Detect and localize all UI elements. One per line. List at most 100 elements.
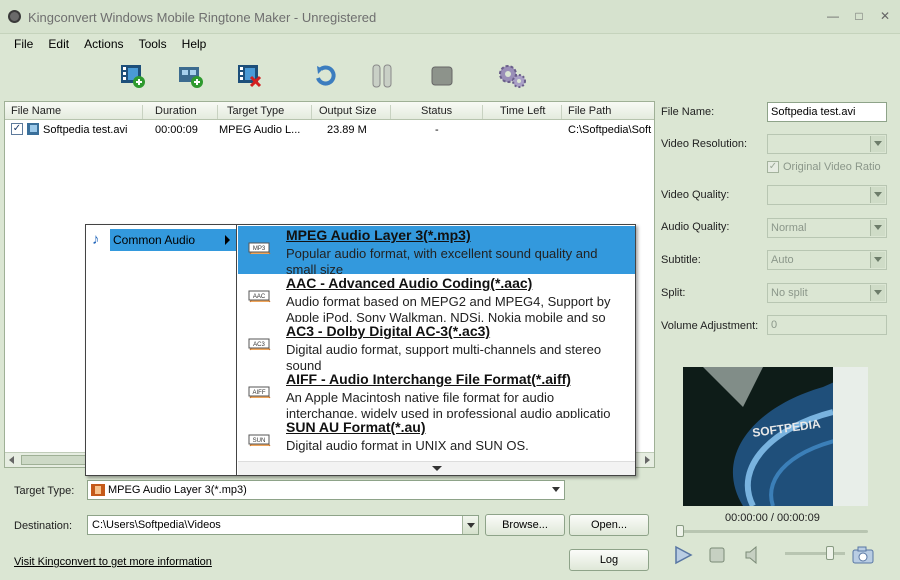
col-time-left[interactable]: Time Left <box>500 105 562 119</box>
subtitle-select: Auto <box>767 250 887 270</box>
col-file-path[interactable]: File Path <box>568 105 652 119</box>
format-desc: Digital audio format, support multi-chan… <box>286 342 602 370</box>
ac3-format-icon: AC3 <box>246 330 274 358</box>
window-title: Kingconvert Windows Mobile Ringtone Make… <box>28 10 377 25</box>
pause-icon[interactable] <box>368 62 396 90</box>
file-name-field[interactable]: Softpedia test.avi <box>767 102 887 122</box>
menu-actions[interactable]: Actions <box>78 34 129 51</box>
mp3-icon-label: MP3 <box>253 246 266 252</box>
menu-bar: File Edit Actions Tools Help <box>0 34 900 54</box>
snapshot-camera-icon[interactable] <box>852 545 874 565</box>
menu-help[interactable]: Help <box>176 34 213 51</box>
scroll-right-icon[interactable] <box>645 456 650 464</box>
destination-label: Destination: <box>14 520 73 532</box>
add-folder-icon[interactable] <box>177 62 205 90</box>
format-item-aac[interactable]: AAC AAC - Advanced Audio Coding(*.aac) A… <box>238 274 635 322</box>
destination-dropdown-icon[interactable] <box>462 516 478 534</box>
browse-button[interactable]: Browse... <box>485 514 565 536</box>
row-checkbox[interactable]: ✓ <box>11 123 23 135</box>
add-video-icon[interactable] <box>119 62 147 90</box>
volume-knob[interactable] <box>826 546 834 560</box>
destination-input[interactable]: C:\Users\Softpedia\Videos <box>87 515 479 535</box>
minimize-icon[interactable]: — <box>826 9 840 23</box>
cell-file-name: Softpedia test.avi <box>43 124 128 136</box>
settings-gear-icon[interactable] <box>497 62 526 90</box>
col-status[interactable]: Status <box>421 105 483 119</box>
scroll-thumb[interactable] <box>21 455 91 465</box>
format-title: SUN AU Format(*.au) <box>286 419 426 435</box>
scroll-left-icon[interactable] <box>9 456 14 464</box>
format-title: MPEG Audio Layer 3(*.mp3) <box>286 227 471 243</box>
open-button[interactable]: Open... <box>569 514 649 536</box>
remove-video-icon[interactable] <box>236 62 264 90</box>
mp3-format-icon: MP3 <box>246 234 274 262</box>
video-preview: SOFTPEDIA <box>683 367 868 506</box>
chevron-down-icon <box>870 285 885 301</box>
cell-target-type: MPEG Audio L... <box>219 124 301 136</box>
split-select: No split <box>767 283 887 303</box>
close-icon[interactable]: ✕ <box>878 9 892 23</box>
chevron-down-icon <box>870 252 885 268</box>
cell-file-path: C:\Softpedia\Soft <box>568 124 652 136</box>
format-title: AIFF - Audio Interchange File Format(*.a… <box>286 371 571 387</box>
speaker-icon[interactable] <box>744 545 760 565</box>
aiff-icon-label: AIFF <box>253 390 266 396</box>
video-quality-label: Video Quality: <box>661 189 730 201</box>
seek-knob[interactable] <box>676 525 684 537</box>
format-desc: Audio format based on MEPG2 and MPEG4, S… <box>286 294 611 322</box>
video-resolution-label: Video Resolution: <box>661 138 748 150</box>
target-type-value: MPEG Audio Layer 3(*.mp3) <box>108 484 247 496</box>
play-icon[interactable] <box>673 545 693 565</box>
volume-adjustment-label: Volume Adjustment: <box>661 320 759 332</box>
category-column: ♪ Common Audio <box>86 225 237 475</box>
menu-file[interactable]: File <box>8 34 39 51</box>
subtitle-label: Subtitle: <box>661 254 701 266</box>
format-title: AC3 - Dolby Digital AC-3(*.ac3) <box>286 323 491 339</box>
col-duration[interactable]: Duration <box>155 105 218 119</box>
col-target-type[interactable]: Target Type <box>227 105 312 119</box>
original-ratio-checkbox: ✓ <box>767 161 779 173</box>
stop-icon[interactable] <box>709 547 725 563</box>
refresh-icon[interactable] <box>311 62 339 90</box>
volume-track[interactable] <box>785 552 845 555</box>
au-icon-label: SUN <box>253 438 266 444</box>
time-readout: 00:00:00 / 00:00:09 <box>725 512 820 524</box>
stop-icon[interactable] <box>428 62 456 90</box>
subtitle-value: Auto <box>771 254 794 266</box>
aac-icon-label: AAC <box>253 294 266 300</box>
format-item-au[interactable]: SUN SUN AU Format(*.au) Digital audio fo… <box>238 418 635 460</box>
audio-quality-value: Normal <box>771 222 807 234</box>
target-type-select[interactable]: MPEG Audio Layer 3(*.mp3) <box>87 480 565 500</box>
file-name-label: File Name: <box>661 106 715 118</box>
popup-scroll-down[interactable] <box>238 461 635 475</box>
seek-track[interactable] <box>678 530 868 533</box>
menu-tools[interactable]: Tools <box>133 34 173 51</box>
audio-quality-select: Normal <box>767 218 887 238</box>
col-file-name[interactable]: File Name <box>11 105 143 119</box>
log-button[interactable]: Log <box>569 549 649 571</box>
title-bar: Kingconvert Windows Mobile Ringtone Make… <box>0 0 900 34</box>
format-item-ac3[interactable]: AC3 AC3 - Dolby Digital AC-3(*.ac3) Digi… <box>238 322 635 370</box>
video-quality-select <box>767 185 887 205</box>
menu-edit[interactable]: Edit <box>42 34 75 51</box>
list-header: File Name Duration Target Type Output Si… <box>5 102 654 120</box>
volume-adjustment-spinner: 0 <box>767 315 887 335</box>
film-icon <box>91 484 105 496</box>
aiff-format-icon: AIFF <box>246 378 274 406</box>
chevron-down-icon <box>870 136 885 152</box>
submenu-arrow-icon <box>225 235 230 245</box>
ac3-icon-label: AC3 <box>253 342 265 348</box>
volume-value: 0 <box>771 319 778 331</box>
maximize-icon[interactable]: □ <box>852 9 866 23</box>
chevron-down-icon <box>870 220 885 236</box>
split-value: No split <box>771 287 808 299</box>
format-title: AAC - Advanced Audio Coding(*.aac) <box>286 275 533 291</box>
format-item-aiff[interactable]: AIFF AIFF - Audio Interchange File Forma… <box>238 370 635 418</box>
visit-link[interactable]: Visit Kingconvert to get more informatio… <box>14 556 212 568</box>
col-output-size[interactable]: Output Size <box>319 105 391 119</box>
format-popup-menu: ♪ Common Audio MP3 MPEG Audio Layer 3(*.… <box>85 224 636 476</box>
destination-value: C:\Users\Softpedia\Videos <box>92 519 221 531</box>
au-format-icon: SUN <box>246 426 274 454</box>
category-common-audio[interactable]: Common Audio <box>110 229 236 251</box>
format-item-mp3[interactable]: MP3 MPEG Audio Layer 3(*.mp3) Popular au… <box>238 226 635 274</box>
